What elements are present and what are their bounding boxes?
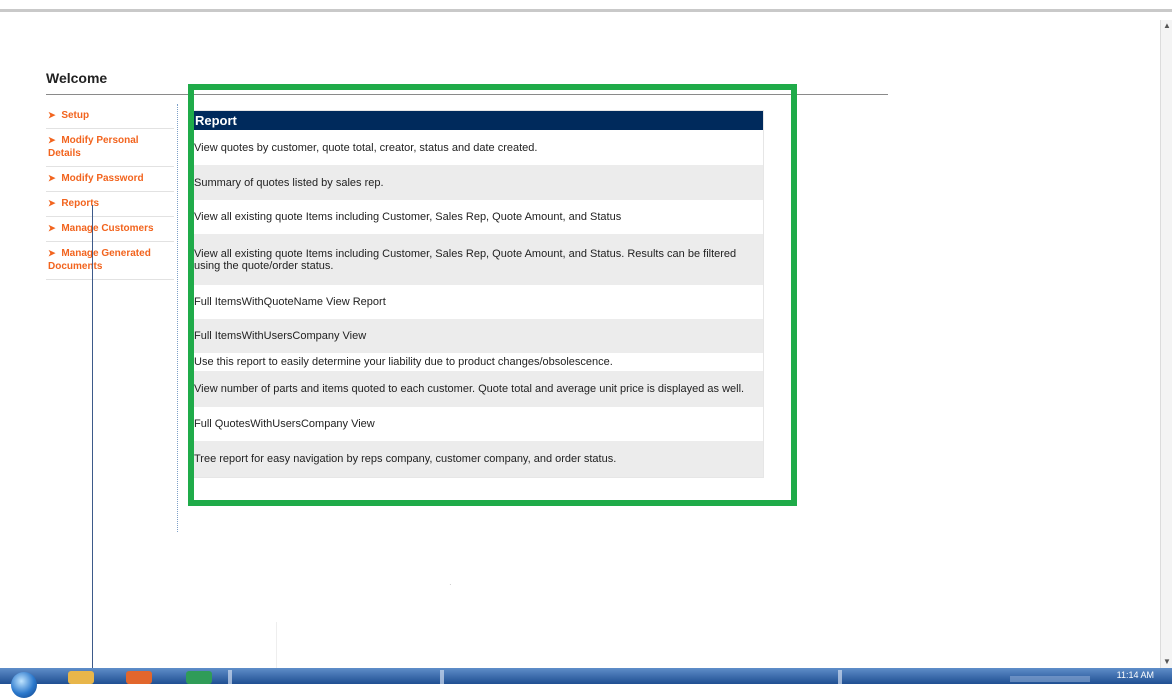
arrow-icon: ➤ bbox=[48, 135, 56, 145]
vertical-scrollbar[interactable]: ▲ ▼ bbox=[1160, 20, 1172, 668]
sidebar-item-modify-personal-details[interactable]: ➤ Modify Personal Details bbox=[46, 129, 174, 167]
sidebar-item-manage-generated-documents[interactable]: ➤ Manage Generated Documents bbox=[46, 242, 174, 280]
report-row-tree-report[interactable]: Tree report for easy navigation by reps … bbox=[194, 441, 763, 477]
report-row-text: View all existing quote Items including … bbox=[194, 211, 622, 223]
taskbar-separator bbox=[228, 670, 232, 684]
page-title: Welcome bbox=[46, 70, 108, 86]
report-row-quotes-with-users-company[interactable]: Full QuotesWithUsersCompany View bbox=[194, 407, 763, 441]
report-table-header: Report bbox=[194, 111, 763, 130]
arrow-icon: ➤ bbox=[48, 198, 56, 208]
report-row-items-with-quote-name[interactable]: Full ItemsWithQuoteName View Report bbox=[194, 285, 763, 319]
report-row-text: View quotes by customer, quote total, cr… bbox=[194, 141, 538, 154]
report-row-text: Summary of quotes listed by sales rep. bbox=[194, 176, 384, 189]
browser-icon[interactable] bbox=[186, 671, 212, 684]
sidebar-item-setup[interactable]: ➤ Setup bbox=[46, 104, 174, 129]
taskbar-clock[interactable]: 11:14 AM bbox=[1117, 670, 1154, 680]
report-row-quote-items-filtered[interactable]: View all existing quote Items including … bbox=[194, 234, 763, 285]
arrow-icon: ➤ bbox=[48, 248, 56, 258]
sidebar: ➤ Setup ➤ Modify Personal Details ➤ Modi… bbox=[46, 104, 174, 280]
report-row-quote-items[interactable]: View all existing quote Items including … bbox=[194, 200, 763, 234]
annotation-line bbox=[92, 205, 93, 675]
report-row-quotes-by-customer[interactable]: View quotes by customer, quote total, cr… bbox=[194, 130, 763, 165]
report-row-text: Full ItemsWithQuoteName View Report bbox=[194, 296, 386, 308]
sidebar-item-label: Setup bbox=[61, 110, 90, 121]
footer-area bbox=[8, 622, 277, 668]
sidebar-item-label: Reports bbox=[61, 198, 100, 209]
title-divider bbox=[46, 94, 888, 95]
stray-mark: · bbox=[449, 580, 452, 589]
report-row-text: Full ItemsWithUsersCompany View bbox=[194, 330, 367, 342]
scroll-up-icon[interactable]: ▲ bbox=[1161, 20, 1172, 32]
arrow-icon: ➤ bbox=[48, 223, 56, 233]
report-row-text: View number of parts and items quoted to… bbox=[194, 383, 745, 395]
report-table: Report View quotes by customer, quote to… bbox=[193, 110, 764, 478]
report-row-text: View all existing quote Items including … bbox=[194, 247, 737, 272]
start-orb-icon[interactable] bbox=[11, 672, 37, 698]
report-row-text: Tree report for easy navigation by reps … bbox=[194, 453, 617, 465]
sidebar-divider bbox=[177, 104, 178, 532]
report-row-parts-per-customer[interactable]: View number of parts and items quoted to… bbox=[194, 371, 763, 407]
sidebar-item-label: Modify Password bbox=[61, 173, 144, 184]
sidebar-item-label: Manage Generated Documents bbox=[48, 248, 151, 272]
top-border bbox=[0, 9, 1172, 12]
arrow-icon: ➤ bbox=[48, 110, 56, 120]
report-row-text: Full QuotesWithUsersCompany View bbox=[194, 418, 375, 430]
media-player-icon[interactable] bbox=[126, 671, 152, 684]
report-row-liability[interactable]: Use this report to easily determine your… bbox=[194, 353, 763, 371]
sidebar-item-label: Manage Customers bbox=[61, 223, 154, 234]
sidebar-item-modify-password[interactable]: ➤ Modify Password bbox=[46, 167, 174, 192]
arrow-icon: ➤ bbox=[48, 173, 56, 183]
report-row-items-with-users-company[interactable]: Full ItemsWithUsersCompany View bbox=[194, 319, 763, 353]
taskbar: 11:14 AM bbox=[0, 668, 1172, 698]
report-row-summary-by-rep[interactable]: Summary of quotes listed by sales rep. bbox=[194, 165, 763, 200]
sidebar-item-manage-customers[interactable]: ➤ Manage Customers bbox=[46, 217, 174, 242]
scroll-down-icon[interactable]: ▼ bbox=[1161, 656, 1172, 668]
report-row-text: Use this report to easily determine your… bbox=[194, 356, 613, 368]
system-tray[interactable] bbox=[1010, 676, 1090, 682]
taskbar-separator bbox=[440, 670, 444, 684]
sidebar-item-reports[interactable]: ➤ Reports bbox=[46, 192, 174, 217]
taskbar-separator bbox=[838, 670, 842, 684]
sidebar-item-label: Modify Personal Details bbox=[48, 135, 139, 159]
file-explorer-icon[interactable] bbox=[68, 671, 94, 684]
